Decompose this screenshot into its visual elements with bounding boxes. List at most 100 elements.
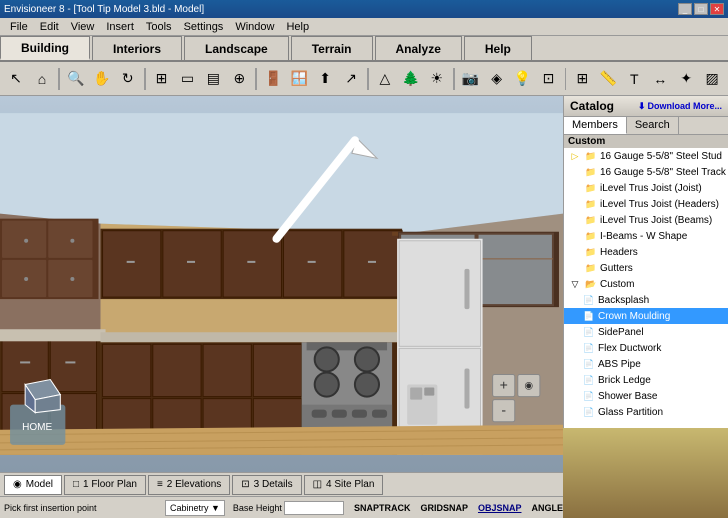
tool-roof[interactable]: △: [373, 66, 397, 92]
tool-grid[interactable]: ⊞: [150, 66, 174, 92]
item-icon: 📁: [584, 181, 598, 195]
expand-icon: [568, 261, 582, 275]
tab-floor-plan[interactable]: □ 1 Floor Plan: [64, 475, 146, 495]
expand-icon: ▽: [568, 277, 582, 291]
tool-symbol[interactable]: ✦: [674, 66, 698, 92]
tab-building[interactable]: Building: [0, 36, 90, 60]
tool-text[interactable]: T: [622, 66, 646, 92]
tool-3d[interactable]: ◈: [485, 66, 509, 92]
tab-site-plan[interactable]: ◫ 4 Site Plan: [304, 475, 384, 495]
expand-icon: [568, 245, 582, 259]
tool-walls[interactable]: ▭: [175, 66, 199, 92]
tool-plan[interactable]: ⊡: [537, 66, 561, 92]
tree-item-brick-ledge[interactable]: 📄 Brick Ledge: [564, 372, 728, 388]
tab-details[interactable]: ⊡ 3 Details: [232, 475, 301, 495]
tree-item-6[interactable]: 📁 I-Beams - W Shape: [564, 228, 728, 244]
tab-analyze[interactable]: Analyze: [375, 36, 462, 60]
base-height-label: Base Height: [233, 503, 282, 513]
nav-tabs: Building Interiors Landscape Terrain Ana…: [0, 36, 728, 62]
elevations-icon: ≡: [157, 479, 163, 490]
svg-text:-: -: [501, 402, 506, 418]
tree-item-crown-moulding[interactable]: 📄 Crown Moulding: [564, 308, 728, 324]
snaptrack-toggle[interactable]: SNAPTRACK: [352, 503, 413, 513]
tree-item-shower-base[interactable]: 📄 Shower Base: [564, 388, 728, 404]
tool-stair[interactable]: ↗: [339, 66, 363, 92]
details-icon: ⊡: [241, 479, 249, 490]
objsnap-toggle[interactable]: OBJSNAP: [476, 503, 524, 513]
tool-elevation[interactable]: ⬆: [313, 66, 337, 92]
maximize-button[interactable]: □: [694, 3, 708, 15]
svg-text:+: +: [500, 377, 508, 393]
tool-window[interactable]: 🪟: [287, 66, 311, 92]
tree-item-glass-partition[interactable]: 📄 Glass Partition: [564, 404, 728, 420]
item-icon: 📄: [582, 325, 596, 339]
tree-item-abs-pipe[interactable]: 📄 ABS Pipe: [564, 356, 728, 372]
item-icon: 📁: [584, 245, 598, 259]
tool-rotate[interactable]: ↻: [116, 66, 140, 92]
tool-snap[interactable]: ⊞: [570, 66, 594, 92]
tree-item-1[interactable]: ▷ 📁 16 Gauge 5-5/8" Steel Stud: [564, 148, 728, 164]
tool-select[interactable]: ↖: [4, 66, 28, 92]
tool-pan[interactable]: ✋: [90, 66, 114, 92]
tab-landscape[interactable]: Landscape: [184, 36, 289, 60]
tree-item-flex-ductwork[interactable]: 📄 Flex Ductwork: [564, 340, 728, 356]
tool-dimension[interactable]: ↔: [648, 66, 672, 92]
tree-item-2[interactable]: 📁 16 Gauge 5-5/8" Steel Track: [564, 164, 728, 180]
folder-open-icon: 📂: [584, 277, 598, 291]
catalog-tree[interactable]: Custom ▷ 📁 16 Gauge 5-5/8" Steel Stud 📁 …: [564, 135, 728, 472]
toolbar-separator-6: [565, 68, 567, 90]
tool-opening[interactable]: ⊕: [227, 66, 251, 92]
tab-interiors[interactable]: Interiors: [92, 36, 182, 60]
tree-item-3[interactable]: 📁 iLevel Trus Joist (Joist): [564, 180, 728, 196]
terrain-preview: [563, 428, 728, 518]
tab-elevations[interactable]: ≡ 2 Elevations: [148, 475, 230, 495]
tool-door[interactable]: 🚪: [261, 66, 285, 92]
menu-settings[interactable]: Settings: [178, 20, 230, 34]
tool-room[interactable]: ▤: [201, 66, 225, 92]
minimize-button[interactable]: _: [678, 3, 692, 15]
tool-material[interactable]: ▨: [700, 66, 724, 92]
menu-edit[interactable]: Edit: [34, 20, 65, 34]
toolbar-separator-4: [367, 68, 369, 90]
model-icon: ◉: [13, 479, 22, 490]
tool-landscape[interactable]: 🌲: [399, 66, 423, 92]
tree-item-5[interactable]: 📁 iLevel Trus Joist (Beams): [564, 212, 728, 228]
expand-icon: [568, 229, 582, 243]
tree-item-8[interactable]: 📁 Gutters: [564, 260, 728, 276]
menu-window[interactable]: Window: [229, 20, 280, 34]
menu-insert[interactable]: Insert: [100, 20, 140, 34]
item-icon: 📄: [582, 405, 596, 419]
item-icon: 📁: [584, 197, 598, 211]
menu-tools[interactable]: Tools: [140, 20, 178, 34]
tool-zoom-in[interactable]: 🔍: [64, 66, 88, 92]
tree-item-7[interactable]: 📁 Headers: [564, 244, 728, 260]
item-icon: 📄: [582, 293, 596, 307]
download-more-link[interactable]: ⬇ Download More...: [638, 101, 722, 112]
tab-help[interactable]: Help: [464, 36, 532, 60]
catalog-tab-search[interactable]: Search: [627, 117, 679, 134]
tree-item-custom-folder[interactable]: ▽ 📂 Custom: [564, 276, 728, 292]
tab-terrain[interactable]: Terrain: [291, 36, 373, 60]
tree-item-sidepanel[interactable]: 📄 SidePanel: [564, 324, 728, 340]
svg-text:HOME: HOME: [22, 422, 52, 433]
close-button[interactable]: ✕: [710, 3, 724, 15]
gridsnap-toggle[interactable]: GRIDSNAP: [418, 503, 470, 513]
base-height-input[interactable]: [284, 501, 344, 515]
viewport-3d[interactable]: HOME + - ◉: [0, 96, 563, 472]
menu-file[interactable]: File: [4, 20, 34, 34]
tool-render[interactable]: 💡: [511, 66, 535, 92]
tab-model[interactable]: ◉ Model: [4, 475, 62, 495]
catalog-tab-members[interactable]: Members: [564, 117, 627, 134]
window-controls[interactable]: _ □ ✕: [678, 3, 724, 15]
tree-item-backsplash[interactable]: 📄 Backsplash: [564, 292, 728, 308]
tool-measure[interactable]: 📏: [596, 66, 620, 92]
tree-item-4[interactable]: 📁 iLevel Trus Joist (Headers): [564, 196, 728, 212]
tool-home[interactable]: ⌂: [30, 66, 54, 92]
item-icon: 📁: [584, 229, 598, 243]
tool-sun[interactable]: ☀: [425, 66, 449, 92]
tool-camera[interactable]: 📷: [459, 66, 483, 92]
menu-help[interactable]: Help: [280, 20, 315, 34]
menu-view[interactable]: View: [65, 20, 101, 34]
cabinetry-dropdown[interactable]: Cabinetry ▼: [165, 500, 225, 516]
item-icon: 📁: [584, 213, 598, 227]
